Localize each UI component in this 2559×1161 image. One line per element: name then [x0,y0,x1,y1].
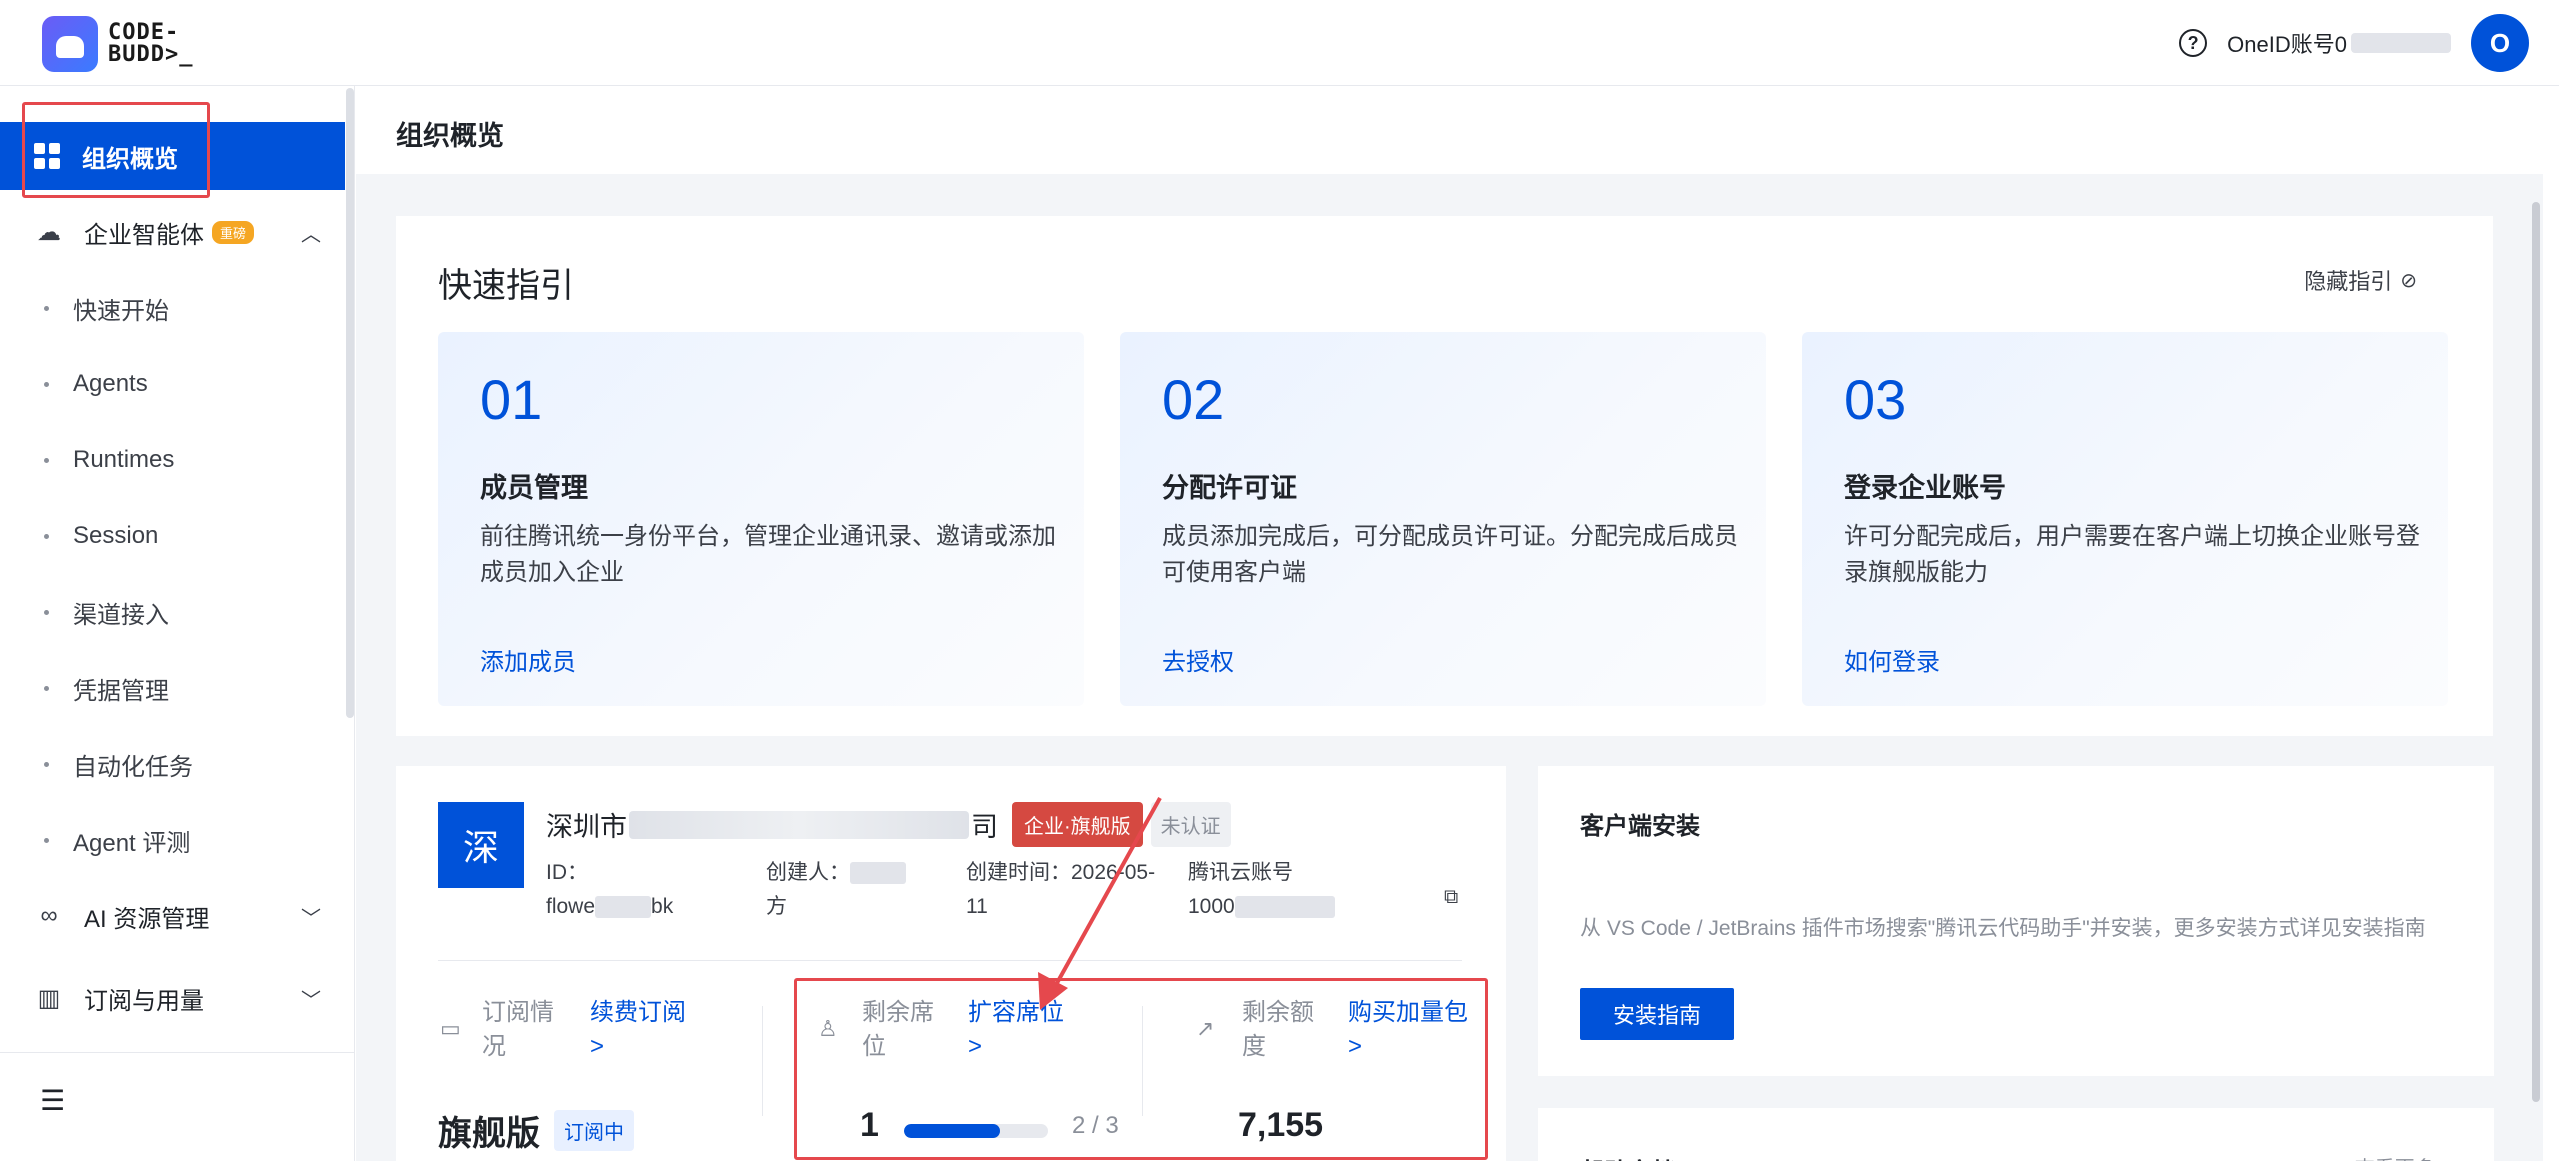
logo-text-line1: CODE- [108,20,180,45]
help-docs-title: 帮助文档 [1580,1152,1676,1161]
view-more-link[interactable]: 查看更多 > [2355,1152,2452,1161]
client-install-title: 客户端安装 [1580,813,1700,840]
app-logo[interactable]: CODE- BUDD>_ [42,16,193,72]
avatar[interactable]: O [2471,14,2529,72]
sidebar-item-label: Agents [73,370,148,397]
sidebar-divider [0,1052,355,1053]
infinity-icon: ∞ [40,902,58,929]
step-description: 前往腾讯统一身份平台，管理企业通讯录、邀请或添加成员加入企业 [480,523,1056,586]
sidebar-item-channels[interactable]: 渠道接入 [0,580,345,644]
stat-subscription-label: 订阅情 况 [482,999,554,1060]
main-scrollbar[interactable] [2529,182,2543,1161]
hide-guide-label: 隐藏指引 [2304,269,2393,294]
subscription-status-badge: 订阅中 [554,1110,634,1151]
sidebar-item-label: 快速开始 [73,297,169,325]
sidebar-item-runtimes[interactable]: Runtimes [0,428,345,492]
sidebar-item-credentials[interactable]: 凭据管理 [0,656,345,720]
guide-title: 快速指引 [438,267,574,305]
client-install-card: 客户端安装 从 VS Code / JetBrains 插件市场搜索"腾讯云代码… [1538,766,2494,1076]
plan-name: 旗舰版 [438,1115,540,1153]
sidebar-item-label: Runtimes [73,446,175,473]
sidebar-group-enterprise-agents[interactable]: ☁ 企业智能体 重磅 ︿ [0,200,345,264]
client-install-description: 从 VS Code / JetBrains 插件市场搜索"腾讯云代码助手"并安装… [1580,917,2426,940]
logo-text-line2: BUDD>_ [108,42,194,67]
org-id: ID： flowe bk [546,861,674,919]
page-title: 组织概览 [396,121,504,151]
step-number: 02 [1162,368,1225,431]
logo-mark-icon [42,16,98,72]
monitor-icon: ▭ [440,1016,461,1041]
external-link-icon[interactable]: ⧉ [1444,886,1458,909]
install-guide-button[interactable]: 安装指南 [1580,988,1734,1040]
sidebar-item-label: Agent 评测 [73,829,191,857]
add-member-link[interactable]: 添加成员 [480,642,576,677]
help-icon[interactable]: ? [2179,29,2208,57]
sidebar-item-label: 自动化任务 [73,753,193,781]
highlight-box-stats [794,978,1488,1160]
hide-guide-button[interactable]: 隐藏指引 ⊘ [2304,264,2417,296]
edition-tag: 企业·旗舰版 [1012,802,1143,847]
sidebar-group-ai-resources[interactable]: ∞ AI 资源管理 ﹀ [0,884,345,948]
organization-card: 深 深圳市 司 企业·旗舰版 未认证 ID： flowe bk 创建人： 方 创建… [396,766,1506,1161]
main-content: 组织概览 快速指引 隐藏指引 ⊘ 01 成员管理 前往腾讯统一身份平台，管理企业… [356,86,2543,1161]
sidebar: 组织概览 ☁ 企业智能体 重磅 ︿ 快速开始 Agents Runtimes S… [0,86,355,1161]
sidebar-item-agents[interactable]: Agents [0,352,345,416]
org-creator: 创建人： 方 [766,856,906,924]
cloud-icon: ☁ [37,218,61,246]
step-title: 分配许可证 [1162,473,1297,503]
org-logo: 深 [438,802,524,888]
authorize-link[interactable]: 去授权 [1162,642,1234,677]
guide-step-3: 03 登录企业账号 许可分配完成后，用户需要在客户端上切换企业账号登录旗舰版能力… [1802,332,2448,706]
account-menu[interactable]: OneID账号0 [2227,27,2451,59]
plan-row: 旗舰版 订阅中 [438,1106,634,1155]
sidebar-group-label: 企业智能体 [84,221,204,249]
page-header: 组织概览 [356,86,2543,174]
org-cloud-account: 腾讯云账号 1000 [1188,856,1335,924]
sidebar-item-label: Session [73,522,159,549]
step-number: 03 [1844,368,1907,431]
chevron-down-icon: ﹀ [301,989,321,1012]
sidebar-item-quick-start[interactable]: 快速开始 [0,276,345,340]
hot-badge: 重磅 [212,220,255,244]
bar-chart-icon: ▥ [37,984,61,1012]
sidebar-scrollbar[interactable] [346,88,354,718]
account-redacted [2351,33,2451,53]
sidebar-group-subscription-usage[interactable]: ▥ 订阅与用量 ﹀ [0,966,345,1030]
sidebar-item-session[interactable]: Session [0,504,345,568]
sidebar-group-label: AI 资源管理 [84,905,210,933]
guide-step-1: 01 成员管理 前往腾讯统一身份平台，管理企业通讯录、邀请或添加成员加入企业 添… [438,332,1084,706]
highlight-box-sidebar [22,102,210,198]
chevron-down-icon: ﹀ [301,907,321,930]
how-to-login-link[interactable]: 如何登录 [1844,642,1940,677]
top-bar: CODE- BUDD>_ ? OneID账号0 O [0,0,2559,86]
step-description: 成员添加完成后，可分配成员许可证。分配完成后成员可使用客户端 [1162,523,1738,586]
collapse-sidebar-icon[interactable]: ☰ [40,1084,65,1117]
sidebar-item-label: 渠道接入 [73,601,169,629]
step-title: 成员管理 [480,473,588,503]
step-description: 许可分配完成后，用户需要在客户端上切换企业账号登录旗舰版能力 [1844,523,2420,586]
sidebar-item-label: 凭据管理 [73,677,169,705]
org-divider [438,960,1462,961]
org-created-time: 创建时间：2026-05- 11 [966,861,1156,918]
sidebar-group-label: 订阅与用量 [84,987,204,1015]
account-label: OneID账号0 [2227,32,2347,57]
quick-guide-card: 快速指引 隐藏指引 ⊘ 01 成员管理 前往腾讯统一身份平台，管理企业通讯录、邀… [396,216,2493,736]
chevron-up-icon: ︿ [301,223,321,246]
verification-tag[interactable]: 未认证 [1150,802,1231,847]
sidebar-item-agent-eval[interactable]: Agent 评测 [0,808,345,872]
sidebar-item-automation[interactable]: 自动化任务 [0,732,345,796]
org-name: 深圳市 司 企业·旗舰版 未认证 [546,802,1231,847]
step-number: 01 [480,368,543,431]
guide-step-2: 02 分配许可证 成员添加完成后，可分配成员许可证。分配完成后成员可使用客户端 … [1120,332,1766,706]
help-docs-card: 帮助文档 查看更多 > [1538,1108,2494,1161]
renew-subscription-link[interactable]: 续费订阅 > [590,996,686,1064]
eye-off-icon: ⊘ [2400,269,2417,292]
org-name-redacted [629,810,969,839]
step-title: 登录企业账号 [1844,473,2006,503]
